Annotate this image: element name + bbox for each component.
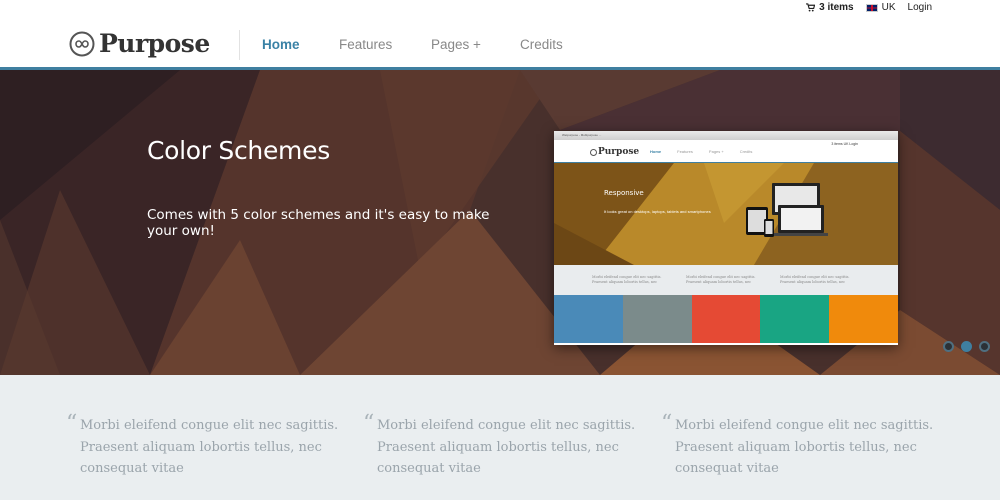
slider-dot-1[interactable] (943, 341, 954, 352)
cart-count: 3 items (819, 2, 854, 13)
preview-topbar: 3 items UK Login (831, 142, 858, 146)
language-label: UK (881, 2, 896, 13)
preview-nav-pages: Pages + (708, 149, 724, 154)
testimonial-text: Morbi eleifend congue elit nec sagittis.… (80, 418, 339, 476)
preview-hero-title: Responsive (604, 189, 644, 197)
login-link[interactable]: Login (908, 2, 932, 13)
quote-mark-icon: “ (661, 411, 673, 436)
preview-logo-icon (590, 148, 597, 156)
preview-nav-home: Home (650, 149, 662, 154)
testimonial-2: “ Morbi eleifend congue elit nec sagitti… (363, 413, 637, 480)
color-swatch-3 (691, 295, 761, 343)
site-header: 3 items UK Login Purpose Home Features P… (0, 0, 1000, 67)
cart-icon (806, 3, 816, 12)
preview-nav-features: Features (677, 149, 693, 154)
logo[interactable]: Purpose (69, 29, 210, 58)
infinity-logo-icon (69, 31, 95, 56)
devices-image (746, 183, 828, 237)
preview-browser-bar: Wetpurpose - Multipurpose ... (554, 131, 898, 140)
preview-logo: Purpose (590, 147, 639, 157)
preview-quote-1: Morbi eleifend congue elit nec sagittis.… (592, 275, 662, 284)
slider-dot-2[interactable] (961, 341, 972, 352)
testimonials-section: “ Morbi eleifend congue elit nec sagitti… (0, 375, 1000, 500)
color-swatch-4 (760, 295, 830, 343)
preview-quotes: Morbi eleifend congue elit nec sagittis.… (554, 265, 898, 295)
preview-screenshot: Wetpurpose - Multipurpose ... 3 items UK… (554, 131, 898, 345)
page: 3 items UK Login Purpose Home Features P… (0, 0, 1000, 500)
uk-flag-icon (865, 3, 878, 12)
preview-quote-2: Morbi eleifend congue elit nec sagittis.… (686, 275, 756, 284)
preview-hero-text: It looks great on desktops, laptops, tab… (604, 209, 711, 214)
nav-item-features[interactable]: Features (339, 37, 431, 52)
hero-slider: Color Schemes Comes with 5 color schemes… (0, 70, 1000, 375)
color-swatch-1 (554, 295, 623, 343)
quote-mark-icon: “ (66, 411, 78, 436)
language-selector[interactable]: UK (865, 2, 896, 13)
hero-title: Color Schemes (147, 136, 330, 165)
preview-header: 3 items UK Login Purpose Home Features P… (554, 140, 898, 162)
preview-hero-background (554, 163, 898, 265)
preview-nav: Home Features Pages + Credits (650, 149, 752, 154)
preview-nav-credits: Credits (739, 149, 753, 154)
slider-dot-3[interactable] (979, 341, 990, 352)
preview-hero: Responsive It looks great on desktops, l… (554, 163, 898, 265)
testimonial-1: “ Morbi eleifend congue elit nec sagitti… (66, 413, 340, 480)
login-label: Login (907, 2, 932, 13)
quote-mark-icon: “ (363, 411, 375, 436)
nav-item-home[interactable]: Home (262, 37, 339, 52)
slider-pagination (943, 341, 990, 352)
testimonial-3: “ Morbi eleifend congue elit nec sagitti… (661, 413, 935, 480)
top-bar: 3 items UK Login (806, 2, 932, 13)
main-nav: Home Features Pages + Credits (262, 37, 563, 52)
brand-name: Purpose (99, 29, 210, 58)
nav-item-credits[interactable]: Credits (520, 37, 563, 52)
testimonial-text: Morbi eleifend congue elit nec sagittis.… (675, 418, 934, 476)
nav-divider (239, 30, 240, 60)
color-swatches (554, 295, 898, 343)
color-swatch-5 (829, 295, 898, 343)
preview-quote-3: Morbi eleifend congue elit nec sagittis.… (780, 275, 850, 284)
hero-description: Comes with 5 color schemes and it's easy… (147, 207, 490, 239)
nav-item-pages[interactable]: Pages + (431, 37, 520, 52)
preview-brand: Purpose (598, 147, 640, 157)
cart-link[interactable]: 3 items (806, 2, 854, 13)
color-swatch-2 (622, 295, 692, 343)
testimonial-text: Morbi eleifend congue elit nec sagittis.… (377, 418, 636, 476)
